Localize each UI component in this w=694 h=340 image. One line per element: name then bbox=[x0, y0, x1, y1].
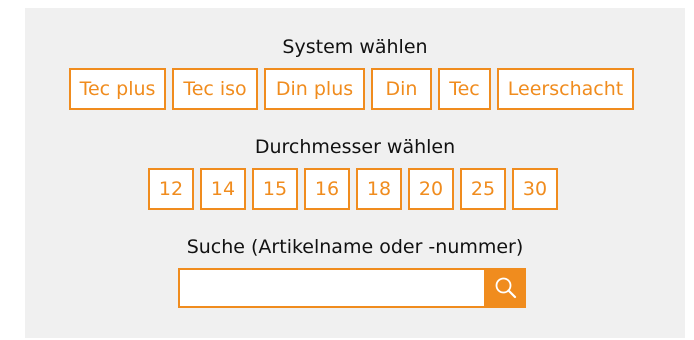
diameter-option-16[interactable]: 16 bbox=[304, 168, 350, 210]
diameter-option-15[interactable]: 15 bbox=[252, 168, 298, 210]
diameter-option-18[interactable]: 18 bbox=[356, 168, 402, 210]
diameter-options: 12 14 15 16 18 20 25 30 bbox=[148, 168, 558, 210]
system-heading: System wählen bbox=[282, 36, 428, 58]
diameter-option-25[interactable]: 25 bbox=[460, 168, 506, 210]
search-icon bbox=[495, 277, 517, 299]
search-button[interactable] bbox=[486, 268, 526, 308]
system-option-din[interactable]: Din bbox=[371, 68, 432, 110]
filter-panel: System wählen Tec plus Tec iso Din plus … bbox=[25, 8, 685, 338]
system-option-tec[interactable]: Tec bbox=[438, 68, 491, 110]
system-option-leerschacht[interactable]: Leerschacht bbox=[497, 68, 634, 110]
system-option-din-plus[interactable]: Din plus bbox=[264, 68, 365, 110]
search-input[interactable] bbox=[178, 268, 486, 308]
diameter-option-30[interactable]: 30 bbox=[512, 168, 558, 210]
system-option-tec-plus[interactable]: Tec plus bbox=[69, 68, 166, 110]
system-options: Tec plus Tec iso Din plus Din Tec Leersc… bbox=[69, 68, 634, 110]
diameter-option-12[interactable]: 12 bbox=[148, 168, 194, 210]
system-option-tec-iso[interactable]: Tec iso bbox=[172, 68, 258, 110]
diameter-heading: Durchmesser wählen bbox=[254, 136, 456, 158]
diameter-option-14[interactable]: 14 bbox=[200, 168, 246, 210]
diameter-option-20[interactable]: 20 bbox=[408, 168, 454, 210]
search-heading: Suche (Artikelname oder -nummer) bbox=[186, 236, 524, 258]
search-bar bbox=[178, 268, 526, 308]
